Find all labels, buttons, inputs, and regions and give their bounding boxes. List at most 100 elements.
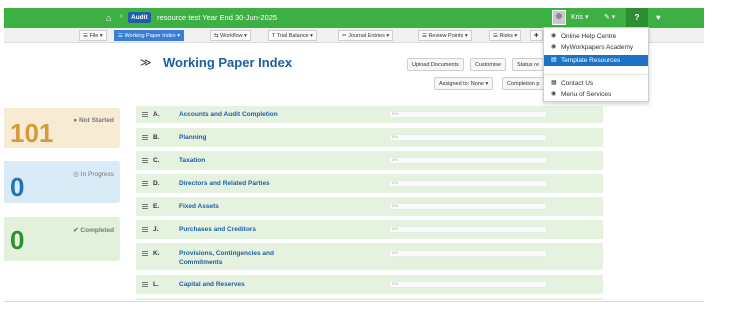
collapse-all-icon[interactable]: ≫: [140, 56, 152, 69]
row-code: D.: [153, 180, 160, 187]
drag-handle-icon[interactable]: [142, 204, 148, 209]
row-title[interactable]: Purchases and Creditors: [179, 225, 309, 234]
drag-handle-icon[interactable]: [142, 227, 148, 232]
index-row[interactable]: L. Capital and Reserves 0%: [136, 275, 603, 295]
progress-bar: 0%: [389, 203, 547, 210]
completed-label: ✔ Completed: [73, 227, 114, 234]
row-title[interactable]: Fixed Assets: [179, 202, 309, 211]
index-row[interactable]: D. Directors and Related Parties 0%: [136, 174, 603, 194]
not-started-count: 101: [10, 118, 54, 148]
in-progress-count: 0: [10, 172, 25, 202]
heart-icon[interactable]: ♥: [656, 13, 661, 22]
breadcrumb-separator-icon: ›: [120, 13, 123, 20]
trial-balance-menu[interactable]: T Trial Balance ▾: [268, 30, 317, 41]
top-nav-bar: ⌂ › Audit resource test Year End 30-Jun-…: [4, 8, 704, 28]
completion-button[interactable]: Completion p: [502, 77, 545, 90]
progress-bar: 0%: [389, 250, 547, 257]
row-title[interactable]: Capital and Reserves: [179, 280, 309, 289]
engagement-breadcrumb[interactable]: resource test Year End 30-Jun-2025: [157, 13, 277, 22]
menu-item-myworkpapers-academy[interactable]: ◉ MyWorkpapers Academy: [544, 42, 648, 53]
row-code: L.: [153, 281, 159, 288]
user-menu[interactable]: Kris ▾: [571, 13, 589, 21]
globe-icon: ◉: [551, 33, 557, 39]
menu-item-contact-us[interactable]: ▦ Contact Us: [544, 78, 648, 89]
progress-percent: 0%: [392, 157, 398, 162]
workflow-menu[interactable]: ⇆ Workflow ▾: [210, 30, 251, 41]
wrench-icon[interactable]: ✎ ▾: [604, 13, 615, 21]
index-row[interactable]: C. Taxation 0%: [136, 151, 603, 171]
assigned-to-dropdown[interactable]: Assigned to: None ▾: [434, 77, 494, 90]
help-dropdown-menu: ◉ Online Help Centre ◉ MyWorkpapers Acad…: [543, 27, 649, 102]
menu-item-template-resources[interactable]: ▤ Template Resources: [544, 55, 648, 66]
row-title[interactable]: Accounts and Audit Completion: [179, 110, 309, 119]
menu-divider: [544, 74, 648, 75]
drag-handle-icon[interactable]: [142, 282, 148, 287]
drag-handle-icon[interactable]: [142, 251, 148, 256]
app-window: ⌂ › Audit resource test Year End 30-Jun-…: [0, 0, 735, 320]
progress-bar: 0%: [389, 134, 547, 141]
menu-item-label: Menu of Services: [561, 91, 612, 98]
in-progress-label: ◎ In Progress: [73, 171, 114, 178]
row-code: J.: [153, 226, 159, 233]
home-icon[interactable]: ⌂: [106, 13, 111, 23]
row-code: B.: [153, 134, 160, 141]
status-button[interactable]: Status re: [512, 58, 545, 71]
contact-icon: ▦: [551, 80, 557, 86]
progress-percent: 0%: [392, 226, 398, 231]
row-code: K.: [153, 250, 160, 257]
index-row[interactable]: E. Fixed Assets 0%: [136, 197, 603, 217]
progress-percent: 0%: [392, 281, 398, 286]
add-button[interactable]: ✚: [530, 30, 543, 41]
not-started-label: ● Not Started: [73, 117, 114, 124]
progress-bar: 0%: [389, 226, 547, 233]
not-started-card[interactable]: 101 ● Not Started: [4, 108, 120, 148]
index-row[interactable]: K. Provisions, Contingencies and Commitm…: [136, 243, 603, 271]
review-points-menu[interactable]: ☰ Review Points ▾: [418, 30, 472, 41]
row-code: A.: [153, 111, 160, 118]
progress-bar: 0%: [389, 111, 547, 118]
drag-handle-icon[interactable]: [142, 112, 148, 117]
row-title[interactable]: Planning: [179, 133, 309, 142]
progress-bar: 0%: [389, 180, 547, 187]
drag-handle-icon[interactable]: [142, 158, 148, 163]
row-title[interactable]: Provisions, Contingencies and Commitment…: [179, 249, 309, 267]
drag-handle-icon[interactable]: [142, 135, 148, 140]
customise-button[interactable]: Customise: [470, 58, 506, 71]
progress-percent: 0%: [392, 180, 398, 185]
services-icon: ◉: [551, 91, 557, 97]
risks-menu[interactable]: ☰ Risks ▾: [489, 30, 522, 41]
row-code: C.: [153, 157, 160, 164]
row-title[interactable]: Taxation: [179, 156, 309, 165]
progress-bar: 0%: [389, 281, 547, 288]
progress-percent: 0%: [392, 111, 398, 116]
completed-card[interactable]: 0 ✔ Completed: [4, 217, 120, 261]
progress-percent: 0%: [392, 134, 398, 139]
row-title[interactable]: Directors and Related Parties: [179, 179, 309, 188]
menu-item-label: Contact Us: [561, 80, 594, 87]
row-code: E.: [153, 203, 160, 210]
upload-documents-button[interactable]: Upload Documents: [407, 58, 464, 71]
index-row[interactable]: J. Purchases and Creditors 0%: [136, 220, 603, 240]
audit-badge[interactable]: Audit: [128, 12, 151, 23]
index-row[interactable]: A. Accounts and Audit Completion 0%: [136, 106, 603, 124]
menu-item-online-help-centre[interactable]: ◉ Online Help Centre: [544, 31, 648, 42]
avatar[interactable]: [552, 10, 566, 25]
page-title: Working Paper Index: [163, 55, 293, 70]
completed-count: 0: [10, 225, 25, 255]
progress-bar: 0%: [389, 157, 547, 164]
menu-item-label: Template Resources: [561, 57, 621, 64]
progress-percent: 0%: [392, 250, 398, 255]
academy-icon: ◉: [551, 44, 557, 50]
page-divider: [4, 301, 704, 302]
index-row[interactable]: B. Planning 0%: [136, 128, 603, 148]
working-paper-index-menu[interactable]: ☰ Working Paper Index ▾: [114, 30, 185, 41]
drag-handle-icon[interactable]: [142, 181, 148, 186]
journal-entries-menu[interactable]: ✂ Journal Entries ▾: [338, 30, 394, 41]
menu-item-label: Online Help Centre: [561, 33, 617, 40]
file-icon: ▤: [551, 57, 557, 63]
menu-item-menu-of-services[interactable]: ◉ Menu of Services: [544, 89, 648, 100]
file-menu[interactable]: ☰ File ▾: [79, 30, 107, 41]
question-icon[interactable]: ?: [626, 8, 648, 28]
in-progress-card[interactable]: 0 ◎ In Progress: [4, 161, 120, 203]
progress-percent: 0%: [392, 203, 398, 208]
